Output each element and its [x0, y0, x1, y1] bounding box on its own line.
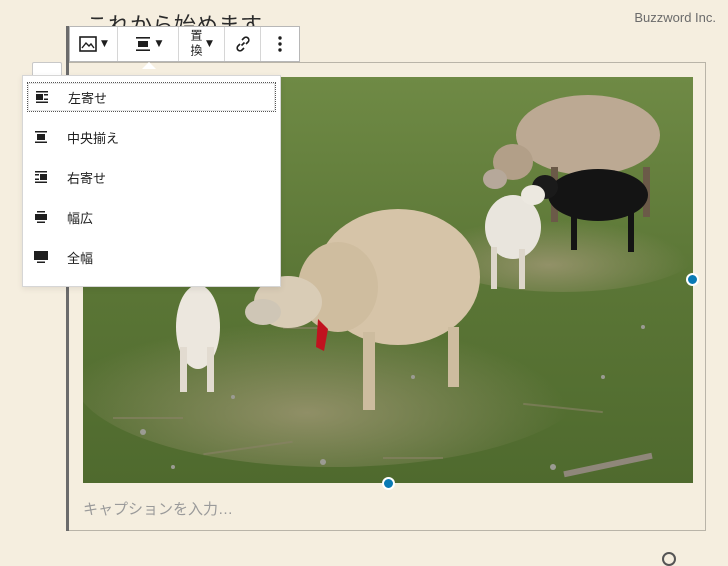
align-right-icon — [35, 171, 47, 183]
link-icon — [235, 36, 250, 52]
vertical-ellipsis-icon — [278, 36, 282, 52]
resize-handle-right[interactable] — [686, 273, 699, 286]
align-menu-item-right[interactable]: 右寄せ — [27, 162, 276, 192]
align-dropdown-menu: 左寄せ 中央揃え 右寄せ 幅広 全幅 — [22, 75, 281, 287]
align-menu-label: 全幅 — [67, 250, 94, 266]
replace-button[interactable]: 置換 ▼ — [179, 27, 225, 61]
toolbar-pointer — [142, 62, 156, 69]
align-wide-icon — [35, 211, 47, 223]
watermark-text: Buzzword Inc. — [634, 10, 716, 25]
partial-heading: これから始めます — [86, 13, 263, 28]
align-menu-label: 中央揃え — [67, 130, 120, 146]
align-left-icon — [36, 91, 48, 103]
align-menu-item-center[interactable]: 中央揃え — [27, 122, 276, 152]
align-menu-item-full[interactable]: 全幅 — [27, 242, 276, 272]
align-center-icon — [135, 37, 150, 51]
caption-input[interactable]: キャプションを入力… — [83, 498, 233, 519]
align-menu-label: 右寄せ — [67, 170, 107, 186]
caret-down-icon: ▼ — [206, 39, 213, 49]
align-menu-label: 左寄せ — [68, 90, 108, 106]
link-button[interactable] — [225, 27, 261, 61]
align-center-icon — [35, 131, 47, 143]
caret-down-icon: ▼ — [101, 39, 108, 49]
replace-label: 置換 — [189, 29, 204, 59]
align-menu-item-wide[interactable]: 幅広 — [27, 202, 276, 232]
image-block-button[interactable]: ▼ — [70, 27, 118, 61]
align-menu-item-left[interactable]: 左寄せ — [27, 82, 276, 112]
more-options-button[interactable] — [261, 27, 299, 61]
align-button[interactable]: ▼ — [118, 27, 179, 61]
align-full-icon — [34, 251, 48, 263]
help-icon[interactable] — [662, 552, 676, 566]
image-icon — [79, 36, 97, 52]
caret-down-icon: ▼ — [155, 39, 163, 49]
align-menu-label: 幅広 — [67, 210, 94, 226]
block-toolbar: ▼ ▼ 置換 ▼ — [69, 26, 300, 62]
resize-handle-bottom[interactable] — [382, 477, 395, 490]
